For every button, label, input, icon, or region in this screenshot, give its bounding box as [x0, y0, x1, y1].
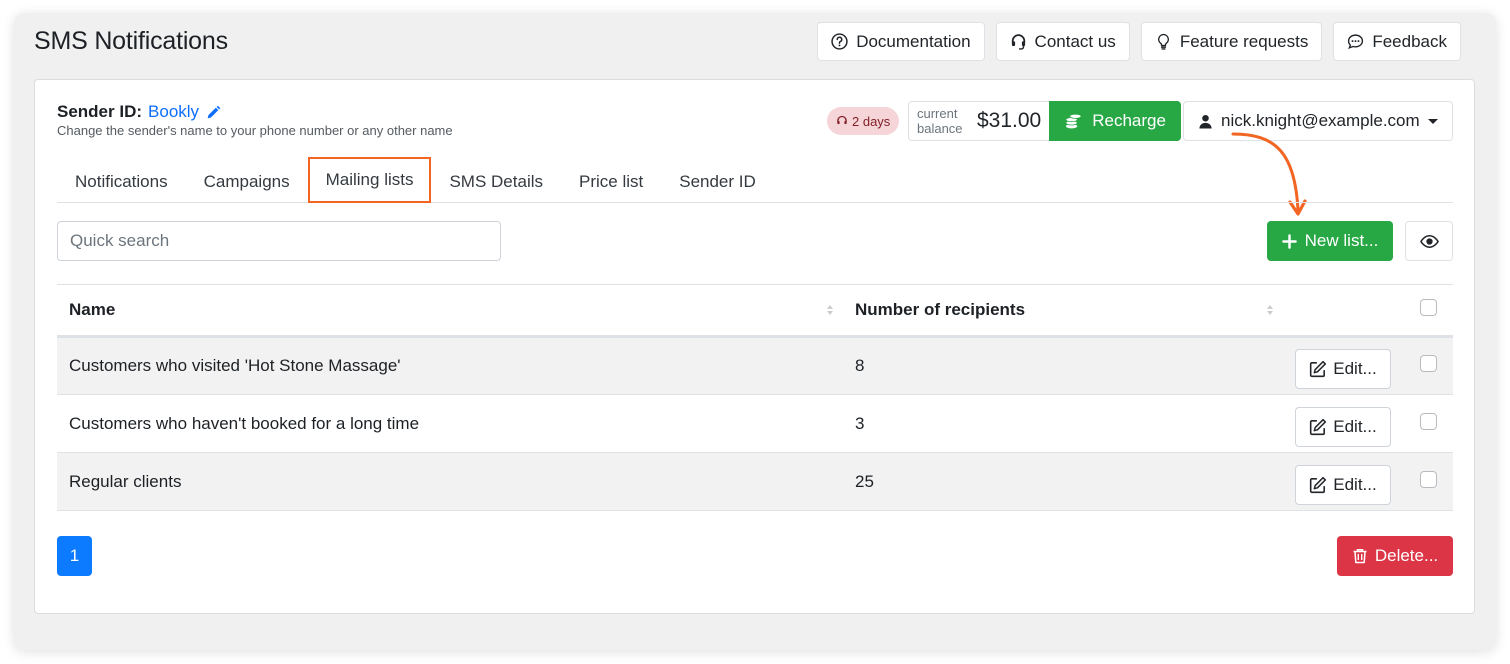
list-recipients: 25 — [843, 452, 1283, 511]
table-header-row: Name Number of recipients — [57, 284, 1453, 338]
delete-button[interactable]: Delete... — [1337, 536, 1453, 576]
column-header-select — [1403, 284, 1453, 338]
list-name: Customers who haven't booked for a long … — [57, 394, 843, 453]
headset-icon — [837, 115, 847, 125]
page-title: SMS Notifications — [34, 27, 228, 55]
tab-mailing-lists[interactable]: Mailing lists — [307, 157, 432, 203]
headset-icon — [1011, 34, 1025, 50]
trash-icon — [1353, 549, 1367, 564]
trial-badge-text: 2 days — [852, 113, 891, 129]
pencil-icon[interactable] — [205, 104, 222, 121]
sort-icon[interactable] — [827, 305, 833, 315]
sort-icon[interactable] — [1267, 305, 1273, 315]
pagination-page-1[interactable]: 1 — [57, 536, 92, 576]
delete-label: Delete... — [1374, 546, 1439, 565]
column-header-actions — [1283, 284, 1403, 338]
balance-amount: $31.00 — [977, 109, 1042, 132]
chat-bubble-icon — [1348, 34, 1364, 50]
edit-icon — [1310, 476, 1327, 493]
column-header-recipients[interactable]: Number of recipients — [843, 284, 1283, 338]
edit-button[interactable]: Edit... — [1295, 349, 1391, 389]
recharge-button[interactable]: Recharge — [1049, 101, 1181, 141]
eye-icon — [1419, 234, 1439, 248]
new-list-label: New list... — [1304, 231, 1379, 250]
new-list-button[interactable]: New list... — [1267, 221, 1393, 261]
user-menu-dropdown[interactable]: nick.knight@example.com — [1183, 101, 1453, 141]
list-recipients: 8 — [843, 336, 1283, 395]
column-header-name[interactable]: Name — [57, 284, 843, 338]
column-visibility-button[interactable] — [1405, 221, 1453, 261]
list-name: Regular clients — [57, 452, 843, 511]
coins-icon — [1065, 113, 1082, 128]
feature-requests-label: Feature requests — [1179, 31, 1309, 51]
recharge-label: Recharge — [1092, 111, 1166, 130]
feature-requests-button[interactable]: Feature requests — [1140, 22, 1323, 61]
trial-badge: 2 days — [827, 107, 900, 135]
edit-icon — [1310, 360, 1327, 378]
feedback-button[interactable]: Feedback — [1333, 22, 1461, 61]
balance-box: current balance $31.00 — [908, 101, 1050, 141]
row-checkbox[interactable] — [1419, 412, 1437, 430]
table-row: Regular clients 25 Edit... — [57, 452, 1453, 511]
list-recipients: 3 — [843, 394, 1283, 453]
contact-us-button[interactable]: Contact us — [995, 22, 1130, 61]
balance-group: current balance $31.00 Recharge — [908, 101, 1181, 141]
question-circle-icon — [831, 33, 848, 50]
tab-sender-id[interactable]: Sender ID — [661, 160, 774, 203]
main-card: Sender ID: Bookly Change the sender's na… — [34, 79, 1475, 614]
quick-search-input[interactable] — [57, 221, 501, 261]
tab-campaigns[interactable]: Campaigns — [186, 160, 308, 203]
header-actions: Documentation Contact us Feature request… — [817, 22, 1461, 61]
mailing-lists-table: Name Number of recipients Customers who … — [57, 284, 1453, 511]
edit-button[interactable]: Edit... — [1295, 406, 1391, 447]
tab-sms-details[interactable]: SMS Details — [431, 160, 561, 203]
feedback-label: Feedback — [1372, 31, 1447, 51]
chevron-down-icon — [1428, 118, 1438, 124]
edit-button[interactable]: Edit... — [1295, 464, 1391, 505]
balance-label: current balance — [917, 106, 963, 136]
tab-bar: Notifications Campaigns Mailing lists SM… — [57, 157, 1453, 203]
sender-id-section: Sender ID: Bookly Change the sender's na… — [57, 102, 453, 138]
select-all-checkbox[interactable] — [1419, 299, 1437, 316]
plus-icon — [1281, 233, 1297, 249]
tab-notifications[interactable]: Notifications — [57, 160, 186, 203]
sender-id-hint: Change the sender's name to your phone n… — [57, 123, 453, 138]
edit-icon — [1310, 418, 1327, 435]
row-checkbox[interactable] — [1419, 470, 1437, 488]
documentation-label: Documentation — [856, 31, 971, 51]
user-email: nick.knight@example.com — [1221, 111, 1420, 130]
sender-id-label: Sender ID: — [57, 102, 143, 121]
tab-price-list[interactable]: Price list — [561, 160, 661, 203]
contact-us-label: Contact us — [1034, 31, 1116, 51]
sender-id-value[interactable]: Bookly — [148, 102, 199, 122]
list-name: Customers who visited 'Hot Stone Massage… — [57, 336, 843, 395]
row-checkbox[interactable] — [1419, 355, 1437, 372]
lightbulb-icon — [1157, 33, 1169, 50]
table-row: Customers who visited 'Hot Stone Massage… — [57, 336, 1453, 395]
documentation-button[interactable]: Documentation — [817, 22, 985, 61]
table-row: Customers who haven't booked for a long … — [57, 394, 1453, 453]
user-icon — [1199, 114, 1212, 129]
